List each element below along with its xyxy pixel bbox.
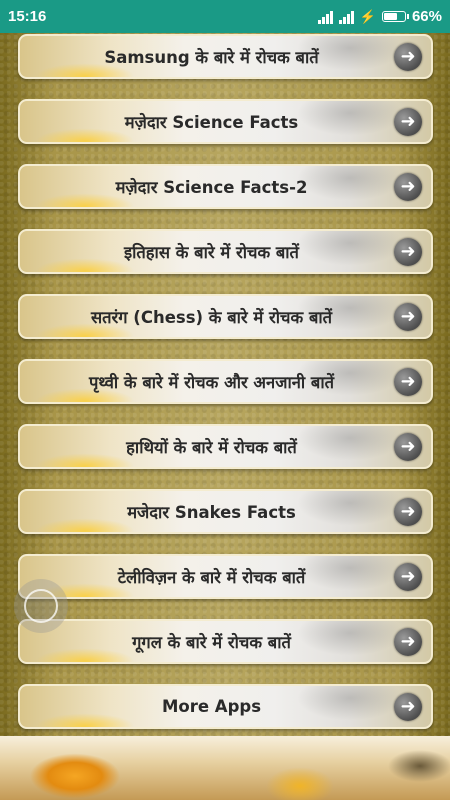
menu-item-label: Samsung के बारे में रोचक बातें: [104, 48, 319, 67]
menu-item-earth[interactable]: पृथ्वी के बारे में रोचक और अनजानी बातें …: [18, 359, 433, 404]
battery-percent: 66%: [411, 8, 442, 25]
arrow-right-icon[interactable]: ➜: [394, 497, 422, 526]
menu-item-chess[interactable]: सतरंग (Chess) के बारे में रोचक बातें ➜: [18, 294, 433, 339]
menu-item-history[interactable]: इतिहास के बारे में रोचक बातें ➜: [18, 229, 433, 274]
menu-item-label: More Apps: [161, 697, 262, 716]
menu-item-label: मज़ेदार Science Facts: [124, 113, 299, 132]
menu-item-television[interactable]: टेलीविज़न के बारे में रोचक बातें ➜: [18, 554, 433, 599]
charging-icon: ⚡: [359, 8, 376, 24]
menu-item-samsung[interactable]: Samsung के बारे में रोचक बातें ➜: [18, 34, 433, 79]
footer-banner-image: [0, 736, 450, 800]
status-bar: 15:16 ⚡ 66%: [0, 0, 450, 33]
menu-item-label: हाथियों के बारे में रोचक बातें: [126, 438, 297, 457]
arrow-right-icon[interactable]: ➜: [394, 627, 422, 656]
battery-icon: [381, 11, 409, 22]
arrow-right-icon[interactable]: ➜: [394, 692, 422, 721]
arrow-right-icon[interactable]: ➜: [394, 172, 422, 201]
menu-item-elephants[interactable]: हाथियों के बारे में रोचक बातें ➜: [18, 424, 433, 469]
menu-item-label: सतरंग (Chess) के बारे में रोचक बातें: [90, 308, 333, 327]
arrow-right-icon[interactable]: ➜: [394, 432, 422, 461]
menu-item-label: गूगल के बारे में रोचक बातें: [132, 633, 291, 652]
menu-item-label: टेलीविज़न के बारे में रोचक बातें: [117, 568, 306, 587]
menu-item-label: मज़ेदार Science Facts-2: [115, 178, 308, 197]
assistive-touch-button[interactable]: [14, 579, 68, 633]
battery-fill: [383, 13, 398, 20]
signal-icon-2: [338, 10, 354, 24]
menu-item-label: इतिहास के बारे में रोचक बातें: [124, 243, 299, 262]
menu-item-science-facts-2[interactable]: मज़ेदार Science Facts-2 ➜: [18, 164, 433, 209]
status-icons: ⚡ 66%: [317, 8, 442, 25]
arrow-right-icon[interactable]: ➜: [394, 562, 422, 591]
arrow-right-icon[interactable]: ➜: [394, 367, 422, 396]
menu-item-snakes[interactable]: मजेदार Snakes Facts ➜: [18, 489, 433, 534]
menu-item-google[interactable]: गूगल के बारे में रोचक बातें ➜: [18, 619, 433, 664]
status-time: 15:16: [8, 8, 47, 25]
arrow-right-icon[interactable]: ➜: [394, 302, 422, 331]
menu-item-label: पृथ्वी के बारे में रोचक और अनजानी बातें: [89, 373, 334, 392]
arrow-right-icon[interactable]: ➜: [394, 237, 422, 266]
menu-item-science-facts[interactable]: मज़ेदार Science Facts ➜: [18, 99, 433, 144]
arrow-right-icon[interactable]: ➜: [394, 42, 422, 71]
arrow-right-icon[interactable]: ➜: [394, 107, 422, 136]
assistive-touch-ring: [24, 589, 58, 623]
menu-item-label: मजेदार Snakes Facts: [127, 503, 296, 522]
signal-icon: [317, 10, 333, 24]
menu-item-more-apps[interactable]: More Apps ➜: [18, 684, 433, 729]
